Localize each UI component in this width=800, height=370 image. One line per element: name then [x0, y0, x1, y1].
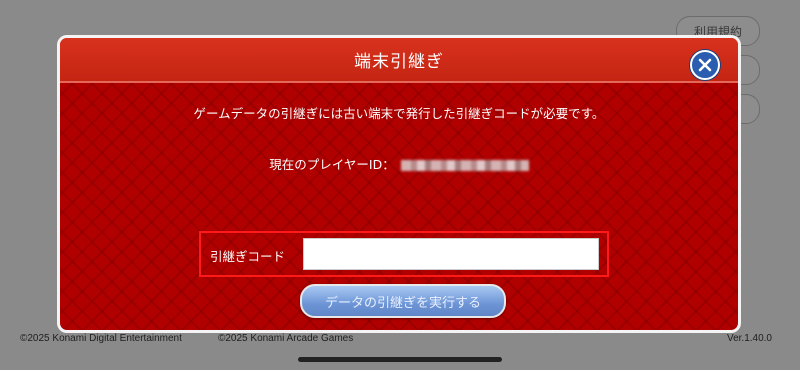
copyright-arcade: ©2025 Konami Arcade Games [218, 333, 354, 344]
transfer-code-input[interactable] [303, 238, 599, 270]
version-label: Ver.1.40.0 [726, 333, 772, 344]
copyright-digital: ©2025 Konami Digital Entertainment [20, 333, 182, 344]
transfer-code-label: 引継ぎコード [210, 249, 286, 264]
transfer-code-field-group: 引継ぎコード [199, 231, 609, 277]
instruction-text: ゲームデータの引継ぎには古い端末で発行した引継ぎコードが必要です。 [193, 106, 605, 121]
transfer-dialog: 端末引継ぎ ゲームデータの引継ぎには古い端末で発行した引継ぎコードが必要です。 … [57, 35, 741, 333]
close-icon [698, 58, 712, 72]
close-button[interactable] [690, 50, 720, 80]
dialog-title: 端末引継ぎ [354, 52, 444, 72]
player-id-value-redacted [400, 160, 529, 171]
player-id-label: 現在のプレイヤーID： [269, 157, 395, 172]
dialog-header: 端末引継ぎ [60, 38, 738, 83]
home-indicator[interactable] [298, 357, 502, 362]
execute-transfer-button[interactable]: データの引継ぎを実行する [300, 284, 506, 318]
player-id-row: 現在のプレイヤーID： [60, 154, 738, 173]
